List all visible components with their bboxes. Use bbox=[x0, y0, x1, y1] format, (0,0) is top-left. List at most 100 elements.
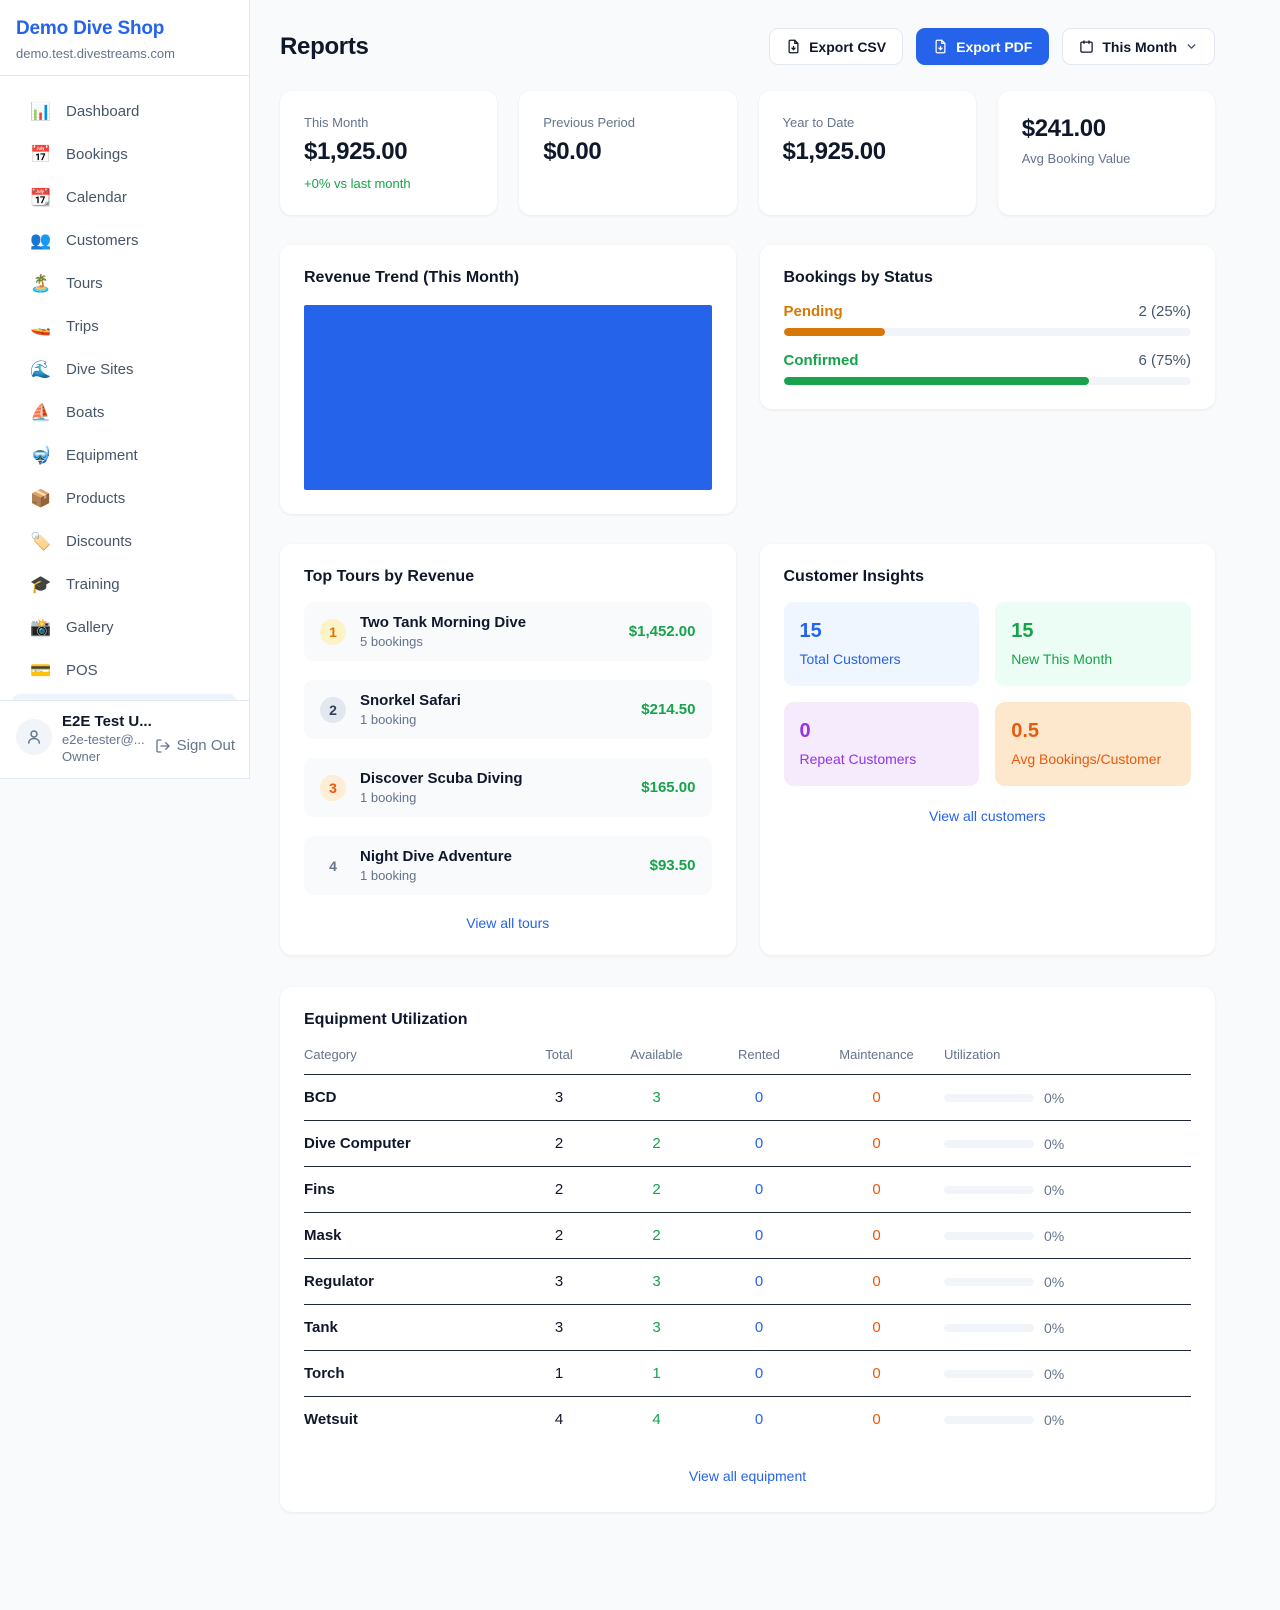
table-row: Dive Computer 2 2 0 0 0% bbox=[304, 1121, 1191, 1167]
utilization-percent: 0% bbox=[1044, 1182, 1064, 1198]
view-all-equipment-link[interactable]: View all equipment bbox=[304, 1468, 1191, 1484]
equipment-utilization-card: Equipment Utilization Category Total Ava… bbox=[280, 987, 1215, 1512]
cell-available: 3 bbox=[604, 1273, 709, 1290]
stat-delta: +0% vs last month bbox=[304, 176, 473, 191]
page-title: Reports bbox=[280, 33, 369, 61]
table-row: Tank 3 3 0 0 0% bbox=[304, 1305, 1191, 1351]
table-row: Wetsuit 4 4 0 0 0% bbox=[304, 1397, 1191, 1442]
insight-value: 15 bbox=[1011, 620, 1175, 643]
cell-total: 2 bbox=[514, 1135, 604, 1152]
sidebar-item-dive-sites[interactable]: 🌊 Dive Sites bbox=[10, 348, 239, 391]
revenue-trend-card: Revenue Trend (This Month) bbox=[280, 245, 736, 514]
cell-total: 3 bbox=[514, 1089, 604, 1106]
insight-label: Avg Bookings/Customer bbox=[1011, 751, 1175, 767]
stat-card-previous-period: Previous Period $0.00 bbox=[519, 91, 736, 215]
view-all-tours-link[interactable]: View all tours bbox=[304, 915, 712, 931]
sidebar-item-label: Discounts bbox=[66, 533, 132, 550]
cell-maintenance: 0 bbox=[809, 1411, 944, 1428]
bookings-by-status-title: Bookings by Status bbox=[784, 269, 1192, 287]
cell-available: 2 bbox=[604, 1181, 709, 1198]
sidebar-item-label: Gallery bbox=[66, 619, 114, 636]
status-count-pending: 2 (25%) bbox=[1138, 303, 1191, 320]
cell-utilization: 0% bbox=[944, 1320, 1191, 1336]
sidebar-item-trips[interactable]: 🚤 Trips bbox=[10, 305, 239, 348]
sidebar-item-dashboard[interactable]: 📊 Dashboard bbox=[10, 90, 239, 133]
view-all-customers-link[interactable]: View all customers bbox=[784, 808, 1192, 824]
utilization-bar bbox=[944, 1416, 1034, 1424]
sidebar-item-discounts[interactable]: 🏷️ Discounts bbox=[10, 520, 239, 563]
file-download-icon bbox=[786, 39, 801, 54]
sidebar-item-label: Calendar bbox=[66, 189, 127, 206]
cell-category: BCD bbox=[304, 1089, 514, 1106]
stat-cards: This Month $1,925.00 +0% vs last month P… bbox=[280, 91, 1215, 215]
status-count-confirmed: 6 (75%) bbox=[1138, 352, 1191, 369]
rank-badge: 3 bbox=[320, 775, 346, 801]
cell-rented: 0 bbox=[709, 1181, 809, 1198]
sidebar-item-boats[interactable]: ⛵ Boats bbox=[10, 391, 239, 434]
sidebar-item-pos[interactable]: 💳 POS bbox=[10, 649, 239, 692]
top-tours-title: Top Tours by Revenue bbox=[304, 568, 712, 586]
tour-row: 3 Discover Scuba Diving 1 booking $165.0… bbox=[304, 758, 712, 817]
table-row: Regulator 3 3 0 0 0% bbox=[304, 1259, 1191, 1305]
tour-row: 4 Night Dive Adventure 1 booking $93.50 bbox=[304, 836, 712, 895]
cell-utilization: 0% bbox=[944, 1274, 1191, 1290]
sidebar-item-gallery[interactable]: 📸 Gallery bbox=[10, 606, 239, 649]
sidebar-item-tours[interactable]: 🏝️ Tours bbox=[10, 262, 239, 305]
export-csv-button[interactable]: Export CSV bbox=[769, 28, 903, 65]
bookings-by-status-card: Bookings by Status Pending 2 (25%) Confi… bbox=[760, 245, 1216, 409]
dashboard-icon: 📊 bbox=[30, 103, 52, 120]
cell-utilization: 0% bbox=[944, 1182, 1191, 1198]
cell-available: 1 bbox=[604, 1365, 709, 1382]
period-dropdown[interactable]: This Month bbox=[1062, 28, 1215, 65]
utilization-percent: 0% bbox=[1044, 1320, 1064, 1336]
customers-icon: 👥 bbox=[30, 232, 52, 249]
cell-utilization: 0% bbox=[944, 1412, 1191, 1428]
user-role: Owner bbox=[62, 749, 145, 764]
progress-fill-pending bbox=[784, 328, 886, 336]
sign-out-button[interactable]: Sign Out bbox=[155, 737, 235, 754]
tour-list: 1 Two Tank Morning Dive 5 bookings $1,45… bbox=[304, 602, 712, 895]
utilization-bar bbox=[944, 1324, 1034, 1332]
stat-label: Avg Booking Value bbox=[1022, 151, 1191, 166]
cell-available: 4 bbox=[604, 1411, 709, 1428]
cell-maintenance: 0 bbox=[809, 1135, 944, 1152]
sidebar-item-label: Bookings bbox=[66, 146, 128, 163]
cell-available: 2 bbox=[604, 1135, 709, 1152]
sidebar-item-label: POS bbox=[66, 662, 98, 679]
sidebar-item-products[interactable]: 📦 Products bbox=[10, 477, 239, 520]
insight-label: Repeat Customers bbox=[800, 751, 964, 767]
calendar-icon bbox=[1079, 39, 1094, 54]
status-label-confirmed: Confirmed bbox=[784, 352, 859, 369]
utilization-percent: 0% bbox=[1044, 1136, 1064, 1152]
utilization-bar bbox=[944, 1094, 1034, 1102]
cell-rented: 0 bbox=[709, 1365, 809, 1382]
status-row-confirmed: Confirmed 6 (75%) bbox=[784, 352, 1192, 385]
cell-available: 3 bbox=[604, 1089, 709, 1106]
tag-icon: 🏷️ bbox=[30, 533, 52, 550]
tour-name: Snorkel Safari bbox=[360, 692, 627, 709]
sidebar-item-equipment[interactable]: 🤿 Equipment bbox=[10, 434, 239, 477]
equipment-title: Equipment Utilization bbox=[304, 1011, 1191, 1029]
export-pdf-button[interactable]: Export PDF bbox=[916, 28, 1049, 65]
sidebar-item-label: Trips bbox=[66, 318, 99, 335]
customer-insights-title: Customer Insights bbox=[784, 568, 1192, 586]
table-row: Fins 2 2 0 0 0% bbox=[304, 1167, 1191, 1213]
island-icon: 🏝️ bbox=[30, 275, 52, 292]
tour-revenue: $165.00 bbox=[641, 779, 695, 796]
cell-utilization: 0% bbox=[944, 1136, 1191, 1152]
tour-bookings: 1 booking bbox=[360, 790, 627, 805]
stat-card-this-month: This Month $1,925.00 +0% vs last month bbox=[280, 91, 497, 215]
cell-utilization: 0% bbox=[944, 1366, 1191, 1382]
sidebar-item-calendar[interactable]: 📆 Calendar bbox=[10, 176, 239, 219]
person-icon bbox=[25, 728, 43, 746]
sign-out-label: Sign Out bbox=[177, 737, 235, 754]
col-utilization: Utilization bbox=[944, 1047, 1191, 1062]
sidebar-item-customers[interactable]: 👥 Customers bbox=[10, 219, 239, 262]
rank-badge: 1 bbox=[320, 619, 346, 645]
sidebar-item-training[interactable]: 🎓 Training bbox=[10, 563, 239, 606]
status-label-pending: Pending bbox=[784, 303, 843, 320]
sidebar-item-label: Equipment bbox=[66, 447, 138, 464]
stat-label: Previous Period bbox=[543, 115, 712, 130]
stat-label: This Month bbox=[304, 115, 473, 130]
sidebar-item-bookings[interactable]: 📅 Bookings bbox=[10, 133, 239, 176]
